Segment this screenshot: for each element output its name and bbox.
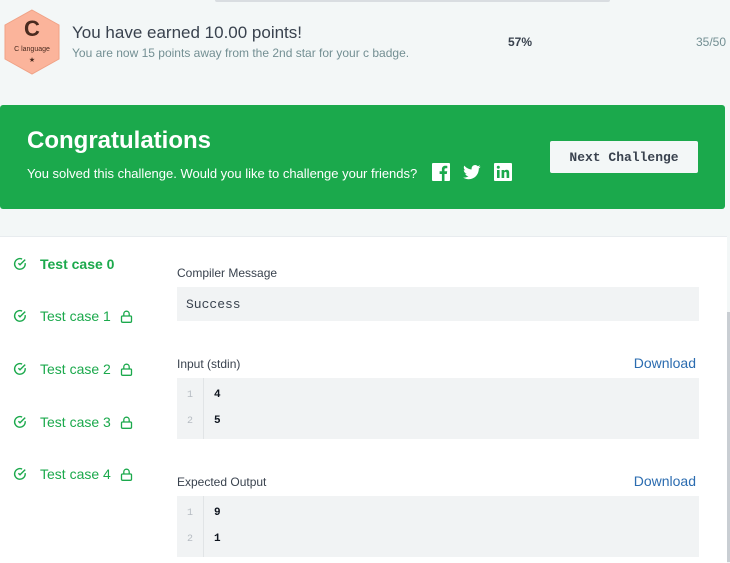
congratulations-subtitle: You solved this challenge. Would you lik… [27,166,418,181]
c-language-badge[interactable]: C C language ★ [2,8,62,76]
test-case-label: Test case 4 [40,466,111,482]
test-case-label: Test case 0 [40,256,115,272]
congratulations-banner: Congratulations You solved this challeng… [0,105,725,209]
badge-star-icon: ★ [28,57,36,64]
test-results-panel: Test case 0 Test case 1 Test case 2 Test… [0,236,727,563]
input-download-link[interactable]: Download [634,355,696,371]
test-case-1-tab[interactable]: Test case 1 [13,306,133,326]
lock-icon [120,310,132,323]
compiler-message-box: Success [177,287,699,321]
test-case-4-tab[interactable]: Test case 4 [13,464,133,484]
compiler-message-text: Success [186,297,241,312]
expected-output-download-link[interactable]: Download [634,473,696,489]
test-case-2-tab[interactable]: Test case 2 [13,359,133,379]
test-case-0-tab[interactable]: Test case 0 [13,254,114,274]
input-code-box: 1 4 2 5 [177,378,699,439]
lock-icon [120,468,132,481]
points-earned-subtitle: You are now 15 points away from the 2nd … [72,46,410,60]
twitter-icon[interactable] [463,163,481,181]
line-number-gutter [177,496,204,557]
line-number-gutter [177,378,204,439]
check-circle-icon [13,309,26,322]
compiler-message-label: Compiler Message [177,266,278,280]
input-label: Input (stdin) [177,357,241,371]
expected-output-label: Expected Output [177,475,267,489]
lock-icon [120,363,132,376]
points-earned-title: You have earned 10.00 points! [72,23,303,42]
line-number: 2 [186,534,193,545]
badge-letter: C [24,16,40,41]
linkedin-icon[interactable] [494,163,512,181]
badge-progress-percent: 57% [508,35,533,49]
check-circle-icon [13,257,26,270]
input-line: 5 [214,415,221,427]
line-number: 2 [186,416,193,427]
badge-language: C language [14,46,50,53]
test-case-3-tab[interactable]: Test case 3 [13,412,133,432]
line-number: 1 [186,508,193,519]
expected-output-line: 9 [214,507,221,519]
test-case-label: Test case 1 [40,308,111,324]
next-challenge-button[interactable]: Next Challenge [550,141,698,173]
check-circle-icon [13,362,26,375]
test-case-label: Test case 2 [40,361,111,377]
expected-output-code-box: 1 9 2 1 [177,496,699,557]
lock-icon [120,416,132,429]
check-circle-icon [13,467,26,480]
congratulations-title: Congratulations [27,127,211,154]
line-number: 1 [186,390,193,401]
test-case-label: Test case 3 [40,414,111,430]
check-circle-icon [13,415,26,428]
expected-output-line: 1 [214,533,221,545]
facebook-icon[interactable] [432,163,450,181]
input-line: 4 [214,389,221,401]
points-earned-row: C C language ★ You have earned 10.00 poi… [0,0,730,80]
badge-progress-count: 35/50 [695,35,726,49]
